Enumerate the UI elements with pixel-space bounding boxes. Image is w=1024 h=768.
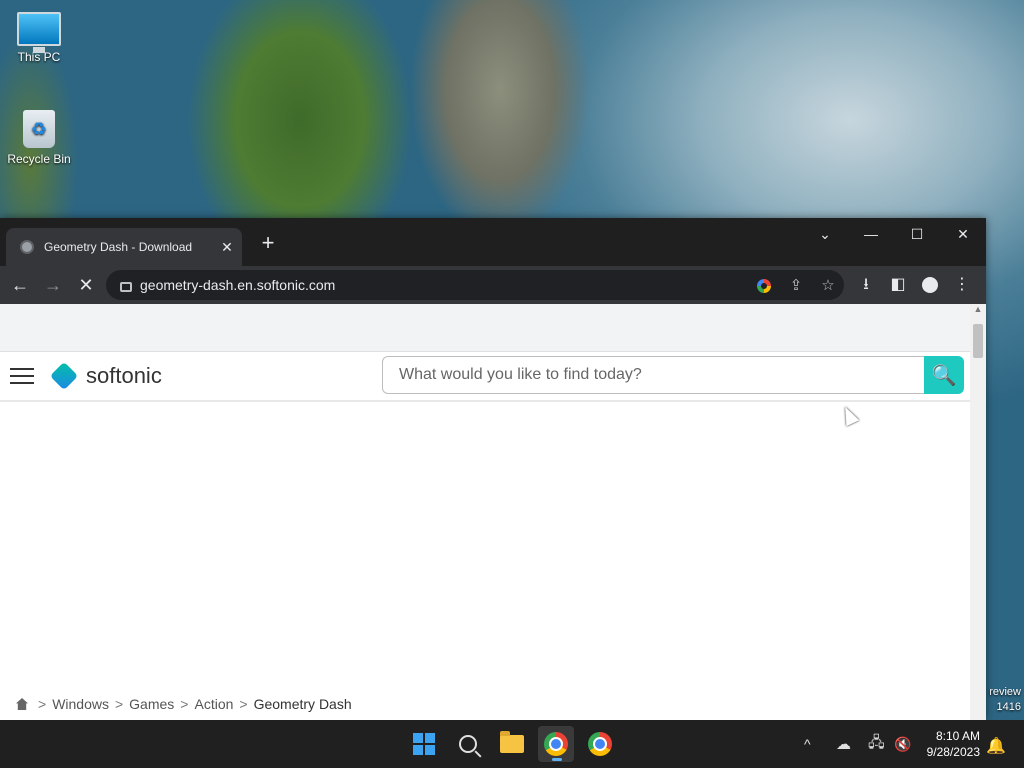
profile-avatar-icon[interactable] bbox=[914, 270, 946, 300]
clock[interactable]: 8:10 AM 9/28/2023 bbox=[927, 728, 980, 760]
onedrive-cloud-icon[interactable]: ☁ bbox=[836, 720, 851, 768]
search-button[interactable]: 🔍 bbox=[924, 356, 964, 394]
breadcrumb-separator: > bbox=[180, 696, 189, 712]
side-panel-icon[interactable]: ◧ bbox=[882, 270, 914, 300]
scroll-up-arrow-icon[interactable]: ▲ bbox=[970, 304, 986, 318]
tray-overflow-chevron-icon[interactable]: ^ bbox=[804, 720, 811, 768]
lock-icon[interactable] bbox=[120, 282, 132, 292]
breadcrumb-separator: > bbox=[38, 696, 47, 712]
tab-search-dropdown-icon[interactable]: ⌄ bbox=[805, 222, 845, 246]
home-icon[interactable] bbox=[16, 698, 28, 710]
scrollbar-thumb[interactable] bbox=[973, 324, 983, 358]
breadcrumb-link-action[interactable]: Action bbox=[194, 696, 233, 712]
volume-muted-icon[interactable]: 🔇 bbox=[894, 720, 911, 768]
share-icon[interactable]: ⇪ bbox=[780, 276, 812, 294]
forward-arrow-icon[interactable]: → bbox=[38, 275, 68, 296]
bookmark-star-icon[interactable]: ☆ bbox=[812, 276, 844, 294]
folder-icon bbox=[500, 731, 524, 753]
breadcrumb: > Windows > Games > Action > Geometry Da… bbox=[16, 696, 352, 712]
page-scrollbar[interactable]: ▲ bbox=[970, 304, 986, 720]
taskbar-search-button[interactable] bbox=[450, 726, 486, 762]
ad-banner-area bbox=[0, 304, 970, 352]
minimize-button[interactable]: — bbox=[851, 222, 891, 246]
download-icon[interactable]: ⭳ bbox=[850, 270, 882, 300]
monitor-icon bbox=[17, 12, 61, 53]
stop-loading-icon[interactable]: ✕ bbox=[71, 275, 101, 296]
hamburger-menu-icon[interactable] bbox=[10, 363, 34, 389]
watermark-text: review bbox=[989, 686, 1021, 698]
tab-title: Geometry Dash - Download bbox=[44, 240, 193, 254]
clock-time: 8:10 AM bbox=[935, 729, 980, 743]
breadcrumb-separator: > bbox=[114, 696, 124, 712]
browser-toolbar: ← → ✕ geometry-dash.en.softonic.com ⇪ ☆ … bbox=[0, 266, 986, 304]
chrome-dev-icon bbox=[588, 732, 612, 756]
watermark-text: 1416 bbox=[996, 701, 1021, 713]
site-search: 🔍 bbox=[382, 356, 964, 394]
breadcrumb-current: Geometry Dash bbox=[253, 696, 352, 712]
browser-tab[interactable]: Geometry Dash - Download ✕ bbox=[6, 228, 242, 266]
site-header: softonic 🔍 bbox=[0, 352, 970, 402]
recycle-bin-icon: ♻ bbox=[23, 110, 55, 148]
page-content: softonic 🔍 > Windows > Games > Action > … bbox=[0, 304, 970, 720]
clock-date: 9/28/2023 bbox=[926, 745, 980, 759]
chrome-taskbar-button[interactable] bbox=[538, 726, 574, 762]
loading-favicon-icon bbox=[20, 240, 34, 254]
new-tab-button[interactable]: + bbox=[256, 232, 280, 254]
search-icon: 🔍 bbox=[931, 364, 957, 387]
network-icon[interactable]: 🖧 bbox=[868, 720, 885, 768]
desktop-icon-recycle-bin[interactable]: ♻ Recycle Bin bbox=[4, 110, 74, 166]
windows-logo-icon bbox=[413, 733, 435, 755]
search-icon bbox=[459, 735, 477, 753]
softonic-logo-mark-icon bbox=[49, 361, 79, 391]
chrome-dev-taskbar-button[interactable] bbox=[582, 726, 618, 762]
tab-close-icon[interactable]: ✕ bbox=[216, 239, 238, 256]
start-button[interactable] bbox=[406, 726, 442, 762]
breadcrumb-link-games[interactable]: Games bbox=[129, 696, 174, 712]
desktop-icon-this-pc[interactable]: This PC bbox=[4, 12, 74, 64]
google-lens-icon[interactable] bbox=[748, 277, 780, 294]
chrome-icon bbox=[544, 732, 568, 756]
back-arrow-icon[interactable]: ← bbox=[5, 275, 35, 296]
logo-text: softonic bbox=[86, 363, 162, 388]
active-app-indicator bbox=[552, 758, 562, 761]
notification-bell-icon[interactable]: 🔔 bbox=[986, 736, 1006, 756]
maximize-button[interactable]: ☐ bbox=[897, 222, 937, 246]
breadcrumb-link-windows[interactable]: Windows bbox=[52, 696, 109, 712]
search-input[interactable] bbox=[382, 356, 924, 394]
address-bar[interactable]: geometry-dash.en.softonic.com ⇪ ☆ bbox=[106, 270, 844, 300]
url-text[interactable]: geometry-dash.en.softonic.com bbox=[140, 277, 748, 293]
breadcrumb-separator: > bbox=[239, 696, 248, 712]
file-explorer-button[interactable] bbox=[494, 726, 530, 762]
softonic-logo[interactable]: softonic bbox=[49, 361, 162, 391]
close-window-button[interactable]: ✕ bbox=[943, 222, 983, 246]
browser-titlebar: Geometry Dash - Download ✕ + ⌄ — ☐ ✕ bbox=[0, 218, 986, 266]
taskbar: ^ ☁ 🖧 🔇 8:10 AM 9/28/2023 🔔 bbox=[0, 720, 1024, 768]
desktop-icon-label: Recycle Bin bbox=[7, 152, 71, 166]
more-menu-icon[interactable]: ⋮ bbox=[946, 270, 978, 300]
